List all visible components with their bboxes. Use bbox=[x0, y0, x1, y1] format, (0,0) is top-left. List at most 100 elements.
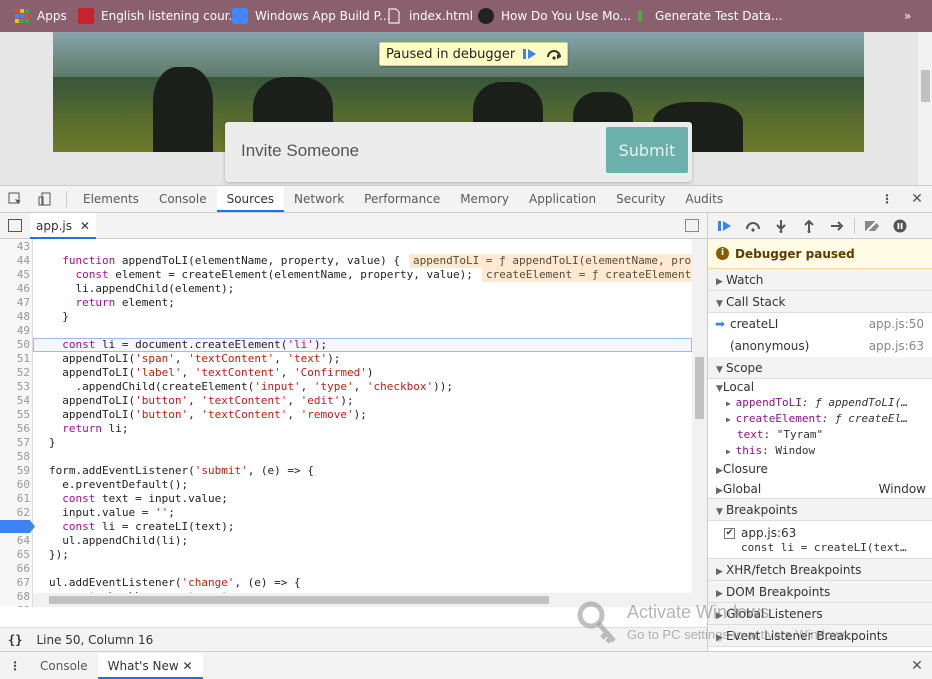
scope-var[interactable]: ▶ createElement: ƒ createEl… bbox=[708, 411, 932, 427]
code-editor[interactable]: 43 44 45 46 47 48 49 50 51 52 53 54 55 56 57 58 59 60 61 62… bbox=[0, 239, 707, 607]
bookmark-generate[interactable]: Generate Test Data... bbox=[632, 0, 782, 32]
line-number[interactable]: 56 bbox=[0, 422, 30, 436]
scope-global[interactable]: ▶Global Window bbox=[708, 479, 932, 499]
code-line: } bbox=[49, 310, 69, 323]
page-scrollbar[interactable] bbox=[918, 32, 932, 185]
editor-horizontal-scrollbar[interactable] bbox=[33, 593, 692, 607]
debugger-toolbar bbox=[708, 213, 932, 239]
deactivate-breakpoints-icon[interactable] bbox=[861, 215, 883, 237]
line-number[interactable]: 62 bbox=[0, 506, 30, 520]
breakpoint-checkbox[interactable]: ✔ bbox=[724, 528, 735, 539]
tab-application[interactable]: Application bbox=[519, 186, 606, 212]
invite-input[interactable]: Invite Someone bbox=[241, 141, 359, 161]
bookmarks-overflow-icon[interactable]: » bbox=[904, 0, 911, 32]
tab-elements[interactable]: Elements bbox=[73, 186, 149, 212]
xhr-breakpoints-section[interactable]: ▶ XHR/fetch Breakpoints bbox=[708, 559, 932, 581]
step-out-icon[interactable] bbox=[798, 215, 820, 237]
line-number[interactable]: 60 bbox=[0, 478, 30, 492]
line-number[interactable]: 58 bbox=[0, 450, 30, 464]
file-tab-label: app.js bbox=[36, 219, 72, 233]
line-number[interactable]: 57 bbox=[0, 436, 30, 450]
line-number[interactable]: 50 bbox=[0, 338, 30, 352]
close-tab-icon[interactable]: ✕ bbox=[183, 659, 193, 673]
tab-console[interactable]: Console bbox=[149, 186, 217, 212]
breakpoint-item[interactable]: ✔ app.js:63 const li = createLI(text… bbox=[708, 521, 932, 559]
close-devtools-icon[interactable]: ✕ bbox=[902, 186, 932, 212]
close-tab-icon[interactable]: ✕ bbox=[80, 219, 90, 233]
event-listener-breakpoints-section[interactable]: ▶ Event Listener Breakpoints bbox=[708, 625, 932, 647]
scope-local[interactable]: ▼Local bbox=[708, 379, 932, 395]
tab-network[interactable]: Network bbox=[284, 186, 354, 212]
editor-vertical-scrollbar[interactable] bbox=[692, 239, 707, 607]
tab-audits[interactable]: Audits bbox=[675, 186, 733, 212]
line-number[interactable]: 67 bbox=[0, 576, 30, 590]
bookmark-windows-app[interactable]: Windows App Build P... bbox=[232, 0, 390, 32]
line-number[interactable]: 59 bbox=[0, 464, 30, 478]
call-frame-active[interactable]: ➡ createLI app.js:50 bbox=[708, 313, 932, 335]
scope-section[interactable]: ▼ Scope bbox=[708, 357, 932, 379]
line-number[interactable]: 61 bbox=[0, 492, 30, 506]
breakpoint-marker[interactable] bbox=[0, 520, 35, 533]
toggle-navigator-icon[interactable] bbox=[8, 219, 22, 232]
tab-performance[interactable]: Performance bbox=[354, 186, 450, 212]
line-number[interactable]: 45 bbox=[0, 268, 30, 282]
step-into-icon[interactable] bbox=[770, 215, 792, 237]
line-number[interactable]: 53 bbox=[0, 380, 30, 394]
line-number[interactable]: 54 bbox=[0, 394, 30, 408]
pause-on-exceptions-icon[interactable] bbox=[889, 215, 911, 237]
breakpoints-section[interactable]: ▼ Breakpoints bbox=[708, 499, 932, 521]
line-number[interactable]: 64 bbox=[0, 534, 30, 548]
bookmark-how-do[interactable]: How Do You Use Mo... bbox=[478, 0, 631, 32]
drawer-tab-whats-new[interactable]: What's New ✕ bbox=[97, 652, 203, 679]
dom-breakpoints-section[interactable]: ▶ DOM Breakpoints bbox=[708, 581, 932, 603]
tab-security[interactable]: Security bbox=[606, 186, 675, 212]
step-over-icon[interactable] bbox=[742, 215, 764, 237]
call-stack-section[interactable]: ▼ Call Stack bbox=[708, 291, 932, 313]
section-label: Global Listeners bbox=[726, 607, 823, 621]
code-line: form.addEventListener('submit', (e) => { bbox=[49, 464, 314, 477]
file-tab[interactable]: app.js ✕ bbox=[30, 213, 96, 239]
line-number[interactable]: 52 bbox=[0, 366, 30, 380]
bookmark-english[interactable]: English listening cour... bbox=[78, 0, 240, 32]
line-number[interactable]: 55 bbox=[0, 408, 30, 422]
watch-section[interactable]: ▶ Watch bbox=[708, 269, 932, 291]
resume-icon[interactable] bbox=[714, 215, 736, 237]
code-line: e.preventDefault(); bbox=[49, 478, 189, 491]
scope-var[interactable]: text: "Tyram" bbox=[708, 427, 932, 443]
inspect-element-icon[interactable] bbox=[0, 186, 30, 212]
close-drawer-icon[interactable]: ✕ bbox=[902, 658, 932, 674]
line-number[interactable]: 49 bbox=[0, 324, 30, 338]
code-line: input.value = ''; bbox=[49, 506, 175, 519]
more-options-icon[interactable]: ⋮ bbox=[872, 186, 902, 212]
line-number[interactable]: 68 bbox=[0, 590, 30, 604]
line-number[interactable]: 65 bbox=[0, 548, 30, 562]
bookmark-index[interactable]: index.html bbox=[386, 0, 473, 32]
apps-grid-icon bbox=[14, 8, 30, 24]
scope-closure[interactable]: ▶Closure bbox=[708, 459, 932, 479]
tab-sources[interactable]: Sources bbox=[216, 186, 285, 212]
line-number[interactable]: 46 bbox=[0, 282, 30, 296]
line-number[interactable]: 48 bbox=[0, 310, 30, 324]
scope-var[interactable]: ▶ this: Window bbox=[708, 443, 932, 459]
device-toolbar-icon[interactable] bbox=[30, 186, 60, 212]
line-number[interactable]: 47 bbox=[0, 296, 30, 310]
tab-memory[interactable]: Memory bbox=[450, 186, 519, 212]
resume-icon[interactable] bbox=[521, 45, 539, 63]
code-line: li.appendChild(element); bbox=[49, 282, 235, 295]
line-number[interactable]: 51 bbox=[0, 352, 30, 366]
bookmark-apps[interactable]: Apps bbox=[14, 0, 67, 32]
line-number[interactable]: 44 bbox=[0, 254, 30, 268]
global-listeners-section[interactable]: ▶ Global Listeners bbox=[708, 603, 932, 625]
line-number[interactable]: 69 bbox=[0, 604, 30, 607]
pretty-print-icon[interactable]: {} bbox=[8, 633, 22, 647]
scope-var[interactable]: ▶ appendToLI: ƒ appendToLI(… bbox=[708, 395, 932, 411]
line-number[interactable]: 66 bbox=[0, 562, 30, 576]
line-number[interactable]: 43 bbox=[0, 240, 30, 254]
step-over-icon[interactable] bbox=[545, 45, 563, 63]
submit-button[interactable]: Submit bbox=[606, 127, 688, 173]
step-icon[interactable] bbox=[826, 215, 848, 237]
drawer-menu-icon[interactable]: ⋮ bbox=[0, 659, 30, 673]
call-frame[interactable]: (anonymous) app.js:63 bbox=[708, 335, 932, 357]
toggle-debugger-icon[interactable] bbox=[685, 219, 699, 232]
drawer-tab-console[interactable]: Console bbox=[30, 653, 98, 679]
